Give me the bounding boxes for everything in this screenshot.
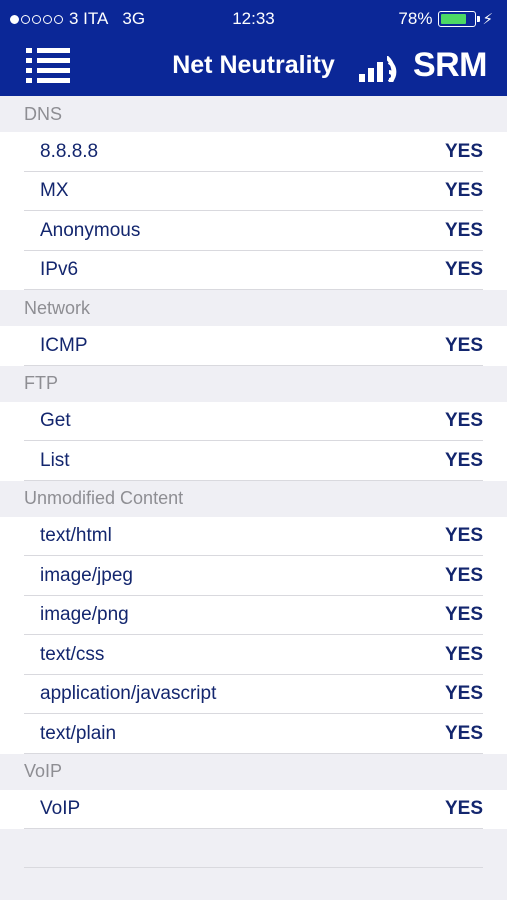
navigation-bar: Net Neutrality SRM bbox=[0, 36, 507, 96]
list-item[interactable]: IPv6 YES bbox=[0, 251, 507, 291]
list-item[interactable]: Get YES bbox=[0, 402, 507, 442]
section-header: VoIP bbox=[0, 753, 507, 790]
section-rows: VoIP YES bbox=[0, 789, 507, 830]
test-name: application/javascript bbox=[40, 683, 217, 705]
section-rows: Get YES List YES bbox=[0, 401, 507, 481]
list-item[interactable]: VoIP YES bbox=[0, 790, 507, 830]
results-list: DNS 8.8.8.8 YES MX YES Anonymous YES IPv6 YES Net… bbox=[0, 96, 507, 900]
list-item[interactable]: ICMP YES bbox=[0, 326, 507, 366]
section-rows: 8.8.8.8 YES MX YES Anonymous YES IPv6 YES bbox=[0, 132, 507, 290]
test-name: text/css bbox=[40, 643, 105, 665]
section-header: DNS bbox=[0, 96, 507, 132]
test-name: List bbox=[40, 449, 70, 471]
list-item[interactable]: Anonymous YES bbox=[0, 211, 507, 251]
list-footer bbox=[0, 829, 507, 869]
test-result: YES bbox=[444, 334, 483, 356]
signal-waves-icon bbox=[358, 52, 409, 82]
test-result: YES bbox=[444, 525, 483, 547]
test-result: YES bbox=[444, 604, 483, 626]
status-right: 78% ⚡︎ bbox=[398, 9, 493, 29]
test-name: image/png bbox=[40, 604, 129, 626]
test-result: YES bbox=[444, 140, 483, 162]
test-name: MX bbox=[40, 180, 69, 202]
section-header: Network bbox=[0, 290, 507, 326]
test-name: image/jpeg bbox=[40, 564, 133, 586]
app-header: 3 ITA 3G 12:33 78% ⚡︎ Net Neutrality SRM bbox=[0, 0, 507, 96]
status-bar: 3 ITA 3G 12:33 78% ⚡︎ bbox=[0, 0, 507, 36]
test-result: YES bbox=[444, 410, 483, 432]
battery-icon bbox=[438, 11, 481, 27]
test-result: YES bbox=[444, 643, 483, 665]
test-name: text/html bbox=[40, 525, 112, 547]
test-result: YES bbox=[444, 180, 483, 202]
section-header: Unmodified Content bbox=[0, 480, 507, 517]
charging-bolt-icon: ⚡︎ bbox=[482, 11, 493, 28]
section-header: FTP bbox=[0, 365, 507, 402]
list-item[interactable]: text/css YES bbox=[0, 635, 507, 675]
test-name: Get bbox=[40, 410, 71, 432]
test-name: Anonymous bbox=[40, 219, 141, 241]
brand-logo: SRM bbox=[358, 46, 488, 84]
list-item[interactable]: MX YES bbox=[0, 172, 507, 212]
list-item[interactable]: 8.8.8.8 YES bbox=[0, 132, 507, 172]
list-item[interactable]: text/html YES bbox=[0, 517, 507, 557]
list-item[interactable]: image/jpeg YES bbox=[0, 556, 507, 596]
list-item[interactable]: List YES bbox=[0, 441, 507, 481]
test-result: YES bbox=[444, 683, 483, 705]
test-name: VoIP bbox=[40, 798, 81, 820]
brand-name: SRM bbox=[412, 46, 488, 84]
battery-level bbox=[441, 14, 467, 24]
test-name: IPv6 bbox=[40, 259, 79, 281]
section-rows: ICMP YES bbox=[0, 326, 507, 366]
list-item[interactable]: application/javascript YES bbox=[0, 675, 507, 715]
test-result: YES bbox=[444, 798, 483, 820]
test-name: text/plain bbox=[40, 722, 117, 744]
test-result: YES bbox=[444, 449, 483, 471]
test-result: YES bbox=[444, 564, 483, 586]
test-result: YES bbox=[444, 722, 483, 744]
test-name: ICMP bbox=[40, 334, 88, 356]
battery-percentage: 78% bbox=[398, 9, 433, 28]
test-name: 8.8.8.8 bbox=[40, 140, 99, 162]
section-rows: text/html YES image/jpeg YES image/png YES tex… bbox=[0, 516, 507, 754]
list-item[interactable]: text/plain YES bbox=[0, 714, 507, 754]
divider bbox=[24, 867, 483, 868]
list-item[interactable]: image/png YES bbox=[0, 596, 507, 636]
test-result: YES bbox=[444, 259, 483, 281]
test-result: YES bbox=[444, 219, 483, 241]
